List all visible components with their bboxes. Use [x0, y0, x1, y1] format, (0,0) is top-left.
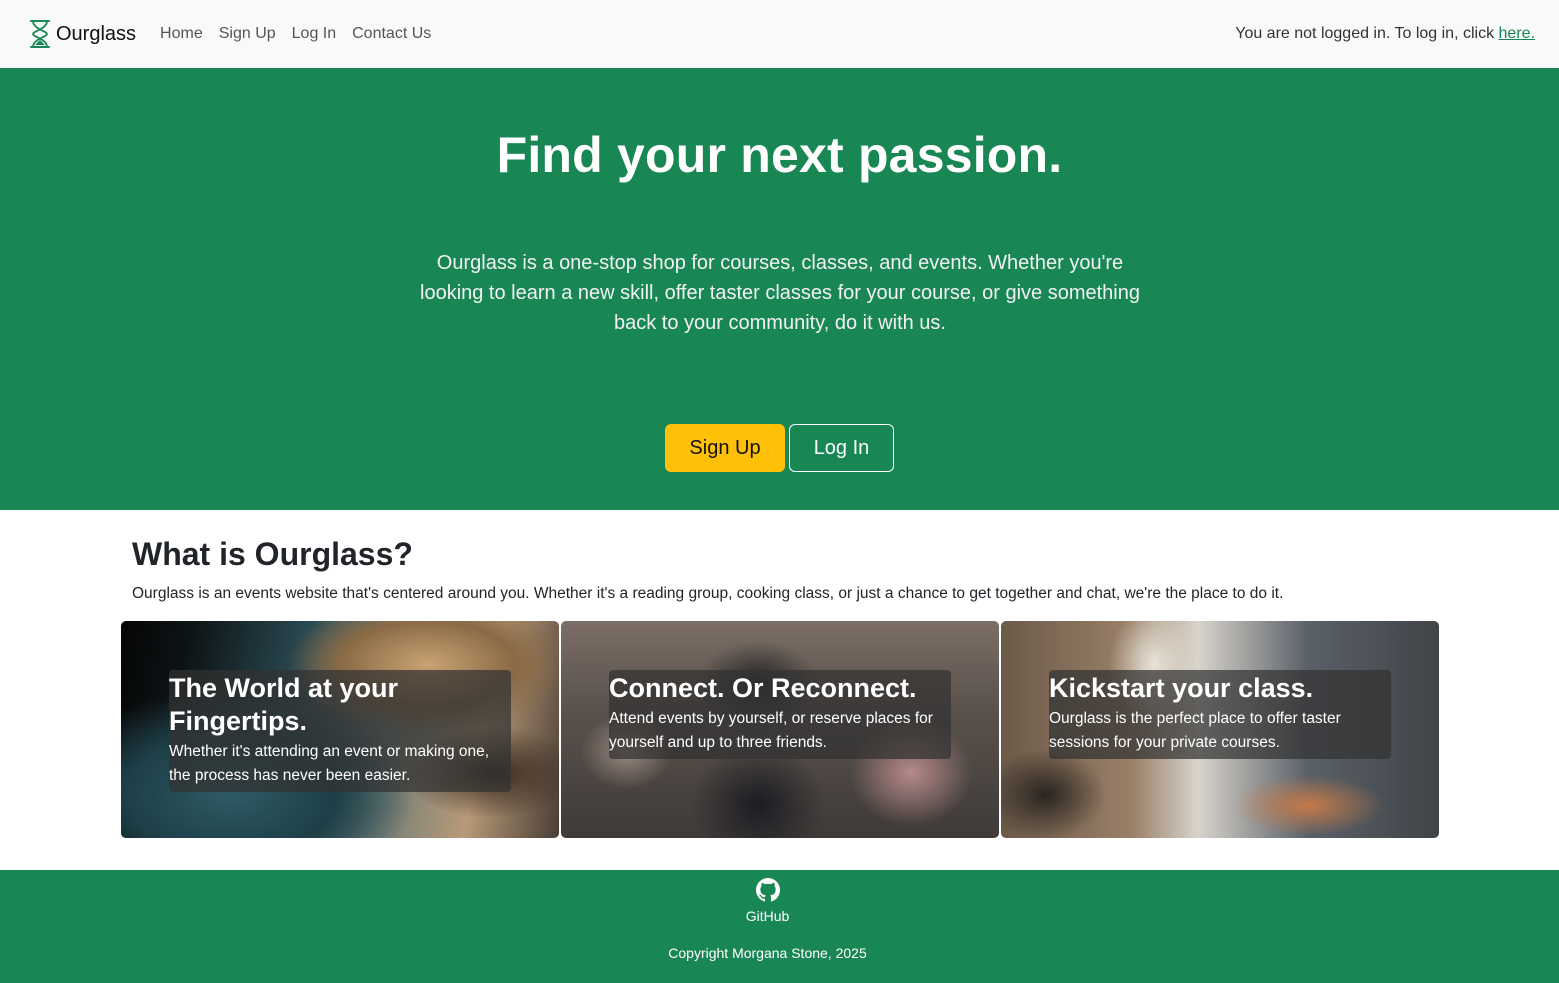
feature-card-class: Kickstart your class. Ourglass is the pe… — [1001, 621, 1439, 838]
hourglass-icon — [30, 20, 50, 48]
card-caption: Kickstart your class. Ourglass is the pe… — [1049, 670, 1391, 759]
login-status-text: You are not logged in. To log in, click — [1235, 25, 1499, 42]
nav-signup-link[interactable]: Sign Up — [219, 25, 276, 43]
github-icon[interactable] — [756, 878, 780, 902]
card-caption: The World at your Fingertips. Whether it… — [169, 670, 511, 792]
card-text: Ourglass is the perfect place to offer t… — [1049, 710, 1341, 751]
about-heading: What is Ourglass? — [132, 536, 413, 572]
signup-button[interactable]: Sign Up — [665, 424, 785, 472]
nav-login-link[interactable]: Log In — [292, 25, 336, 43]
card-title: Kickstart your class. — [1049, 673, 1314, 703]
navbar: Ourglass Home Sign Up Log In Contact Us … — [0, 0, 1559, 68]
login-status: You are not logged in. To log in, click … — [1235, 25, 1535, 43]
nav-links: Home Sign Up Log In Contact Us — [160, 25, 447, 43]
nav-home-link[interactable]: Home — [160, 25, 203, 43]
feature-card-world: The World at your Fingertips. Whether it… — [121, 621, 559, 838]
card-title: Connect. Or Reconnect. — [609, 673, 917, 703]
hero-title: Find your next passion. — [496, 127, 1063, 183]
copyright-text: Copyright Morgana Stone, 2025 — [668, 945, 867, 961]
about-text: Ourglass is an events website that's cen… — [132, 585, 1284, 602]
about-section: What is Ourglass? Ourglass is an events … — [132, 536, 1432, 603]
hero-buttons: Sign Up Log In — [0, 424, 1559, 472]
login-here-link[interactable]: here. — [1499, 25, 1535, 42]
card-text: Attend events by yourself, or reserve pl… — [609, 710, 933, 751]
feature-card-connect: Connect. Or Reconnect. Attend events by … — [561, 621, 999, 838]
hero-section: Find your next passion. Ourglass is a on… — [0, 68, 1559, 510]
card-caption: Connect. Or Reconnect. Attend events by … — [609, 670, 951, 759]
login-button[interactable]: Log In — [789, 424, 894, 472]
github-label[interactable]: GitHub — [0, 908, 1535, 924]
hero-description: Ourglass is a one-stop shop for courses,… — [420, 252, 1140, 334]
feature-cards: The World at your Fingertips. Whether it… — [121, 621, 1439, 838]
footer: GitHub Copyright Morgana Stone, 2025 — [0, 870, 1559, 983]
brand-link[interactable]: Ourglass — [28, 19, 136, 49]
nav-contact-link[interactable]: Contact Us — [352, 25, 431, 43]
brand-name: Ourglass — [56, 22, 137, 45]
card-title: The World at your Fingertips. — [169, 673, 399, 736]
card-text: Whether it's attending an event or makin… — [169, 743, 490, 784]
